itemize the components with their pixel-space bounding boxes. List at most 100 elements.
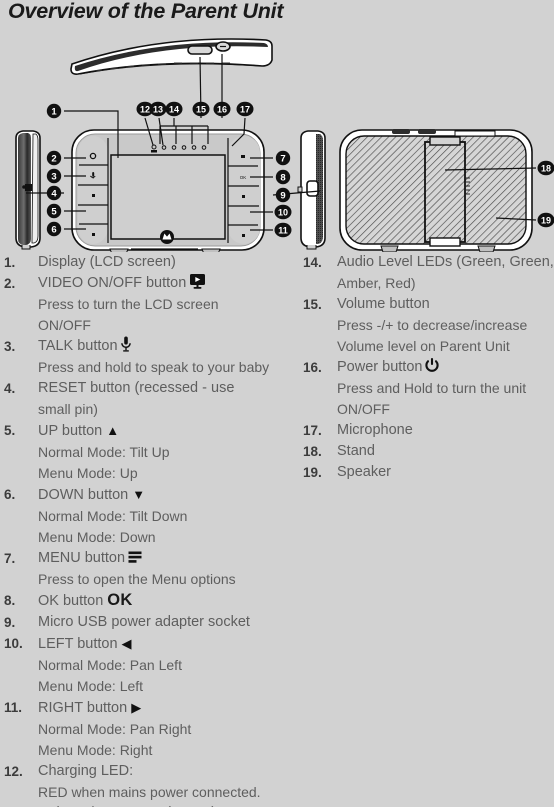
callout-number: 14 — [169, 104, 179, 114]
parts-list-item-subtext: Amber, Red) — [337, 275, 416, 291]
menu-bars-icon — [128, 550, 142, 564]
parts-list-item-number: 6. — [4, 487, 16, 502]
callout-bubble-2: 2 — [46, 150, 62, 166]
callout-bubble-1: 1 — [46, 103, 62, 119]
volume-button-on-diagram — [187, 45, 213, 55]
parts-list-item: 6. DOWN button ▼ Normal Mode: Tilt Down Menu… — [4, 484, 290, 548]
parts-list-item-label: UP button ▲ — [38, 420, 290, 442]
parts-list-item-subtext: ON/OFF — [337, 401, 390, 417]
parts-list-item: 2. VIDEO ON/OFF button Press to turn the … — [4, 273, 290, 336]
callout-number: 7 — [280, 153, 285, 164]
parts-list-item-label: Volume button — [337, 294, 554, 315]
parts-list-item-number: 2. — [4, 276, 16, 291]
callout-number: 16 — [217, 104, 227, 114]
parts-list-item-subtext: Press and hold to speak to your baby — [38, 359, 270, 375]
parts-list-item-text: Speaker — [337, 464, 392, 480]
parts-list-item-text: Stand — [337, 443, 375, 459]
left-side-profile-view — [15, 130, 41, 250]
parts-list-item-label: Speaker — [337, 462, 554, 483]
parts-list-item-number: 9. — [4, 615, 16, 630]
callout-number: 8 — [280, 172, 285, 183]
ok-button-on-diagram: OK — [240, 175, 247, 180]
parts-list-item-number: 4. — [4, 381, 16, 396]
parts-list-item-label: RESET button (recessed - use — [38, 378, 290, 399]
parts-list-item: 14. Audio Level LEDs (Green, Green, Amber,… — [303, 252, 554, 294]
parts-list-item-text: DOWN button — [38, 487, 129, 503]
parts-list-item-subtext: ON/OFF — [38, 317, 91, 333]
stand-on-diagram — [424, 141, 466, 243]
triangle-up-icon: ▲ — [106, 423, 120, 438]
parts-list-item-number: 14. — [303, 255, 322, 270]
video-monitor-icon — [189, 273, 206, 289]
ok-text-icon: OK — [107, 591, 133, 609]
callout-number: 5 — [51, 206, 57, 217]
parts-list-item-label: VIDEO ON/OFF button — [38, 273, 290, 294]
parts-list-item-label: OK button OK — [38, 590, 290, 612]
motorola-logo-on-diagram — [160, 230, 174, 244]
callout-bubble-13: 13 — [149, 101, 167, 117]
parts-list-item-label: Stand — [337, 441, 554, 462]
parts-list-item-text: TALK button — [38, 338, 118, 354]
parts-list-item-text: MENU button — [38, 550, 126, 566]
parts-list-item-number: 18. — [303, 444, 322, 459]
callout-bubble-3: 3 — [46, 168, 62, 184]
micro-usb-socket-on-diagram — [306, 180, 319, 197]
callout-number: 13 — [153, 104, 163, 114]
parts-list-item-number: 19. — [303, 465, 322, 480]
parts-list-right-column: 14. Audio Level LEDs (Green, Green, Amber,… — [303, 252, 554, 483]
callout-number: 1 — [51, 106, 57, 117]
parts-list-item-text: UP button — [38, 423, 103, 439]
parts-list-item-label: LEFT button ◀ — [38, 633, 290, 655]
parts-list-item-subtext: Normal Mode: Tilt Down — [38, 508, 188, 524]
parts-list-item-subtext: Press to open the Menu options — [38, 571, 236, 587]
callout-bubble-18: 18 — [537, 160, 554, 176]
callout-bubble-10: 10 — [274, 204, 292, 220]
parts-list-item-label: Audio Level LEDs (Green, Green, — [337, 252, 554, 273]
parts-list-item-text: Charging LED: — [38, 763, 134, 779]
callout-bubble-5: 5 — [46, 203, 62, 219]
parts-list-left-column: 1. Display (LCD screen) 2. VIDEO ON/OFF but… — [4, 252, 290, 807]
parts-list-item-number: 8. — [4, 593, 16, 608]
parts-list-item-text: Microphone — [337, 422, 413, 438]
parts-list-item-label: DOWN button ▼ — [38, 484, 290, 506]
callout-bubble-14: 14 — [165, 101, 183, 117]
callout-number: 19 — [541, 215, 551, 225]
parts-list-item: 13. Unit ON/OFF LEDs (Green) — [4, 803, 290, 807]
power-icon — [425, 358, 440, 373]
parts-list-item: 10. LEFT button ◀ Normal Mode: Pan Left Menu… — [4, 633, 290, 697]
parts-list-item-subtext: Press -/+ to decrease/increase — [337, 317, 528, 333]
callout-number: 4 — [51, 188, 57, 199]
rear-view — [339, 129, 533, 252]
triangle-right-icon: ▶ — [131, 700, 142, 715]
parts-list-item-subtext: Press to turn the LCD screen — [38, 296, 219, 312]
callout-bubble-6: 6 — [46, 221, 62, 237]
parts-list-item-label: Display (LCD screen) — [38, 252, 290, 273]
parts-list-item-label: Unit ON/OFF LEDs (Green) — [38, 803, 290, 807]
callout-bubble-16: 16 — [213, 101, 231, 117]
callout-bubble-11: 11 — [274, 222, 292, 238]
parts-list-item-text: Micro USB power adapter socket — [38, 614, 250, 630]
callout-number: 11 — [278, 225, 288, 235]
parts-list-item-number: 10. — [4, 636, 23, 651]
page-title: Overview of the Parent Unit — [8, 0, 284, 23]
parts-list-item-label: Micro USB power adapter socket — [38, 612, 290, 633]
reset-button-on-diagram — [25, 184, 32, 191]
parts-list-item-text: Audio Level LEDs (Green, Green, — [337, 254, 554, 270]
callout-number: 6 — [51, 224, 56, 235]
parts-list-item-text: Power button — [337, 359, 423, 375]
callout-bubble-8: 8 — [275, 169, 291, 185]
parts-list-item-subtext: Normal Mode: Tilt Up — [38, 444, 170, 460]
callout-bubble-4: 4 — [46, 185, 62, 201]
parts-list-item-label: MENU button — [38, 548, 290, 569]
callout-bubble-15: 15 — [192, 101, 210, 117]
parts-list-item-label: RIGHT button ▶ — [38, 697, 290, 719]
parts-list-item-text: RIGHT button — [38, 700, 128, 716]
lcd-screen-on-diagram — [110, 154, 226, 240]
left-button-on-diagram — [242, 195, 245, 198]
callout-number: 9 — [280, 190, 285, 201]
parts-list-item-number: 7. — [4, 551, 16, 566]
parts-list-item: 5. UP button ▲ Normal Mode: Tilt Up Menu Mod… — [4, 420, 290, 484]
right-button-on-diagram — [242, 234, 245, 237]
parts-list-item-subtext: small pin) — [38, 401, 98, 417]
up-button-on-diagram — [92, 194, 95, 197]
